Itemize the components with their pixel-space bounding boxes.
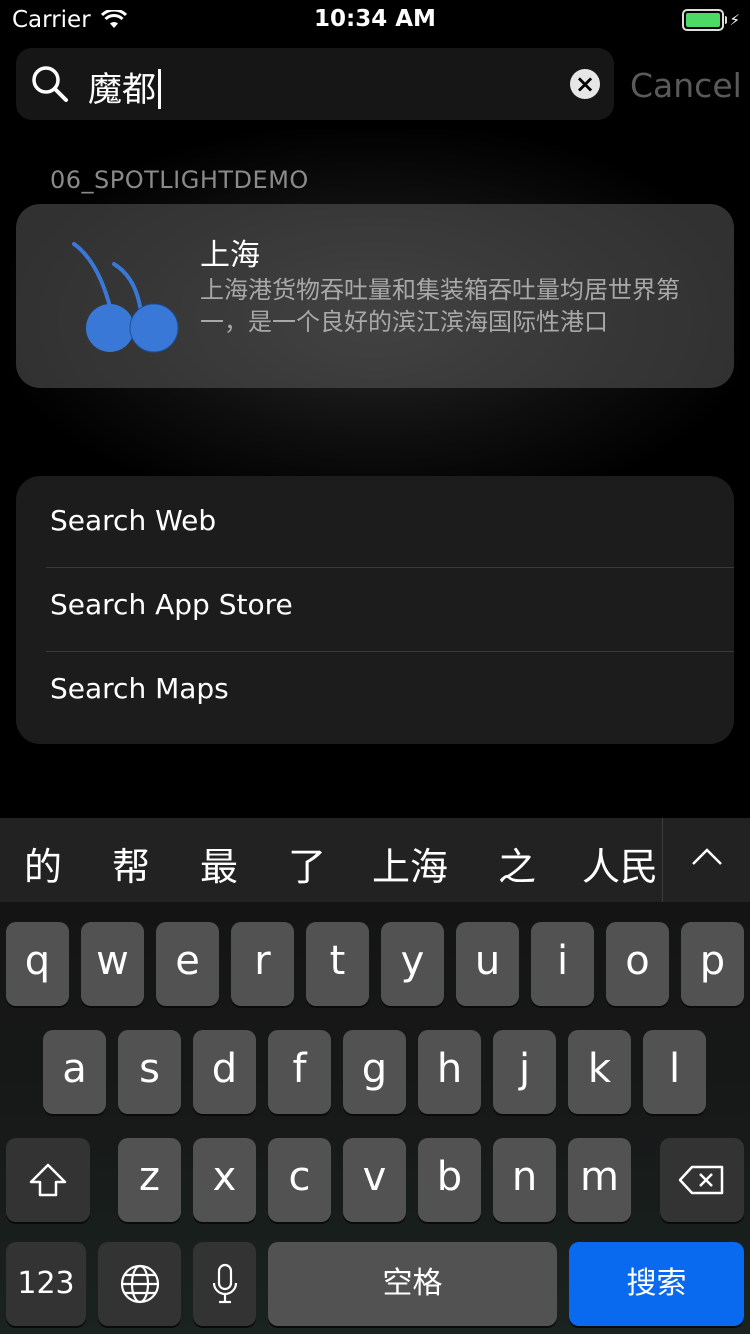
key-r[interactable]: r [231, 922, 294, 1006]
key-h[interactable]: h [418, 1030, 481, 1114]
option-label: Search Web [50, 504, 217, 537]
key-b[interactable]: b [418, 1138, 481, 1222]
key-q[interactable]: q [6, 922, 69, 1006]
chevron-up-icon [692, 848, 722, 865]
key-w[interactable]: w [81, 922, 144, 1006]
key-e[interactable]: e [156, 922, 219, 1006]
expand-candidates-button[interactable] [662, 818, 750, 902]
option-label: Search Maps [50, 672, 229, 705]
delete-key[interactable] [660, 1138, 744, 1222]
search-web-option[interactable]: Search Web [16, 476, 734, 564]
key-l[interactable]: l [643, 1030, 706, 1114]
shift-icon [29, 1163, 67, 1197]
keyboard: q w e r t y u i o p a s d f g h j k l z … [0, 902, 750, 1334]
search-app-store-option[interactable]: Search App Store [16, 568, 734, 656]
key-t[interactable]: t [306, 922, 369, 1006]
key-a[interactable]: a [43, 1030, 106, 1114]
search-icon [32, 66, 68, 102]
candidate-item[interactable]: 的 [24, 836, 62, 891]
key-m[interactable]: m [568, 1138, 631, 1222]
status-time: 10:34 AM [314, 6, 436, 32]
key-z[interactable]: z [118, 1138, 181, 1222]
key-x[interactable]: x [193, 1138, 256, 1222]
candidate-item[interactable]: 上海 [372, 836, 448, 891]
key-k[interactable]: k [568, 1030, 631, 1114]
key-f[interactable]: f [268, 1030, 331, 1114]
dictation-key[interactable] [193, 1242, 256, 1326]
result-title: 上海 [200, 238, 260, 273]
search-maps-option[interactable]: Search Maps [16, 652, 734, 740]
key-g[interactable]: g [343, 1030, 406, 1114]
search-input[interactable]: 魔都 × [16, 48, 614, 120]
microphone-icon [212, 1263, 237, 1304]
section-title: 06_SPOTLIGHTDEMO [50, 166, 309, 194]
result-description: 上海港货物吞吐量和集装箱吞吐量均居世界第一，是一个良好的滨江滨海国际性港口 [200, 276, 680, 336]
candidate-item[interactable]: 之 [498, 836, 536, 891]
search-options-list: Search Web Search App Store Search Maps [16, 476, 734, 744]
cancel-button[interactable]: Cancel [630, 66, 742, 105]
key-i[interactable]: i [531, 922, 594, 1006]
key-v[interactable]: v [343, 1138, 406, 1222]
key-d[interactable]: d [193, 1030, 256, 1114]
search-result-card[interactable]: 上海 上海港货物吞吐量和集装箱吞吐量均居世界第一，是一个良好的滨江滨海国际性港口 [16, 204, 734, 388]
backspace-icon [678, 1165, 724, 1195]
key-y[interactable]: y [381, 922, 444, 1006]
globe-icon [120, 1264, 159, 1304]
key-c[interactable]: c [268, 1138, 331, 1222]
key-o[interactable]: o [606, 922, 669, 1006]
candidate-item[interactable]: 了 [288, 836, 326, 891]
key-j[interactable]: j [493, 1030, 556, 1114]
key-s[interactable]: s [118, 1030, 181, 1114]
candidate-item[interactable]: 最 [200, 836, 238, 891]
candidate-item[interactable]: 人民 [582, 836, 658, 891]
space-key[interactable]: 空格 [268, 1242, 557, 1326]
shift-key[interactable] [6, 1138, 90, 1222]
key-u[interactable]: u [456, 922, 519, 1006]
numbers-key[interactable]: 123 [6, 1242, 86, 1326]
battery-icon: ⚡ [682, 9, 740, 31]
search-query-text: 魔都 [88, 70, 156, 110]
search-query[interactable]: 魔都 [88, 62, 161, 111]
key-n[interactable]: n [493, 1138, 556, 1222]
globe-key[interactable] [98, 1242, 181, 1326]
clear-icon[interactable]: × [570, 69, 600, 99]
cherry-icon [72, 242, 179, 353]
key-p[interactable]: p [681, 922, 744, 1006]
text-cursor [158, 69, 161, 109]
option-label: Search App Store [50, 588, 293, 621]
candidate-bar: 的 帮 最 了 上海 之 人民 [0, 818, 750, 902]
candidate-item[interactable]: 帮 [112, 836, 150, 891]
search-key[interactable]: 搜索 [569, 1242, 744, 1326]
status-bar: Carrier 10:34 AM ⚡ [0, 0, 750, 40]
